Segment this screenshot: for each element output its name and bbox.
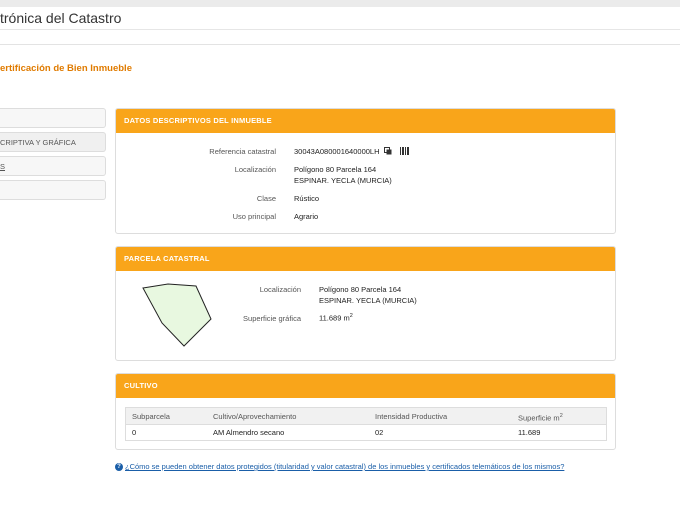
clase-value: Rústico xyxy=(294,194,320,203)
table-row: 0 AM Almendro secano 02 11.689 xyxy=(126,425,606,440)
uso-label: Uso principal xyxy=(232,212,276,221)
col-intensidad: Intensidad Productiva xyxy=(375,412,448,421)
site-title: trónica del Catastro xyxy=(0,10,122,26)
clase-label: Clase xyxy=(256,194,276,203)
cell-superficie: 11.689 xyxy=(518,428,541,437)
cell-intensidad: 02 xyxy=(375,428,384,437)
panel-parcela-catastral: PARCELA CATASTRAL Localización Polígono … xyxy=(115,246,616,361)
header-divider xyxy=(0,44,680,45)
help-link[interactable]: ¿Cómo se pueden obtener datos protegidos… xyxy=(125,462,564,471)
cultivo-table-header: Subparcela Cultivo/Aprovechamiento Inten… xyxy=(126,408,606,425)
col-superficie-label: Superficie m xyxy=(518,413,560,423)
cell-subparcela: 0 xyxy=(132,428,137,437)
parcela-localizacion-line2: ESPINAR. YECLA (MURCIA) xyxy=(319,296,417,305)
col-superficie-exponent: 2 xyxy=(559,413,563,419)
sidebar-item-4[interactable] xyxy=(0,180,106,200)
localizacion-label: Localización xyxy=(234,165,276,174)
col-cultivo: Cultivo/Aprovechamiento xyxy=(213,412,297,421)
browser-top-bar xyxy=(0,0,680,7)
referencia-value-row: 30043A080001640000LH xyxy=(294,147,409,157)
referencia-value: 30043A080001640000LH xyxy=(294,147,380,156)
page-title: ertificación de Bien Inmueble xyxy=(0,63,132,74)
uso-value: Agrario xyxy=(294,212,319,221)
question-icon: ? xyxy=(115,463,123,472)
panel-cultivo-heading: CULTIVO xyxy=(116,374,615,398)
barcode-icon[interactable] xyxy=(399,147,409,157)
panel-datos-descriptivos-heading: DATOS DESCRIPTIVOS DEL INMUEBLE xyxy=(116,109,615,133)
superficie-value: 11.689 m xyxy=(319,313,350,323)
sidebar-item-1[interactable] xyxy=(0,108,106,128)
sidebar-item-3[interactable]: S xyxy=(0,156,106,176)
cultivo-table: Subparcela Cultivo/Aprovechamiento Inten… xyxy=(125,407,607,441)
referencia-label: Referencia catastral xyxy=(209,147,276,156)
site-header: trónica del Catastro xyxy=(0,7,680,30)
localizacion-line1: Polígono 80 Parcela 164 xyxy=(294,165,377,174)
localizacion-line2: ESPINAR. YECLA (MURCIA) xyxy=(294,176,392,185)
panel-parcela-heading: PARCELA CATASTRAL xyxy=(116,247,615,271)
col-superficie: Superficie m2 xyxy=(518,408,563,427)
panel-datos-descriptivos: DATOS DESCRIPTIVOS DEL INMUEBLE Referenc… xyxy=(115,108,616,234)
sidebar-item-descriptiva-grafica[interactable]: CRIPTIVA Y GRÁFICA xyxy=(0,132,106,152)
cell-cultivo: AM Almendro secano xyxy=(213,428,285,437)
help-link-row: ? ¿Cómo se pueden obtener datos protegido… xyxy=(115,462,564,472)
panel-cultivo: CULTIVO Subparcela Cultivo/Aprovechamien… xyxy=(115,373,616,450)
copy-icon[interactable] xyxy=(383,147,392,157)
parcela-localizacion-line1: Polígono 80 Parcela 164 xyxy=(319,285,402,294)
sidebar: CRIPTIVA Y GRÁFICA S xyxy=(0,108,106,204)
parcela-localizacion-label: Localización xyxy=(259,285,301,294)
superficie-value-row: 11.689 m2 xyxy=(319,313,353,323)
superficie-label: Superficie gráfica xyxy=(243,314,301,323)
superficie-unit-exponent: 2 xyxy=(349,313,353,319)
col-subparcela: Subparcela xyxy=(132,412,170,421)
